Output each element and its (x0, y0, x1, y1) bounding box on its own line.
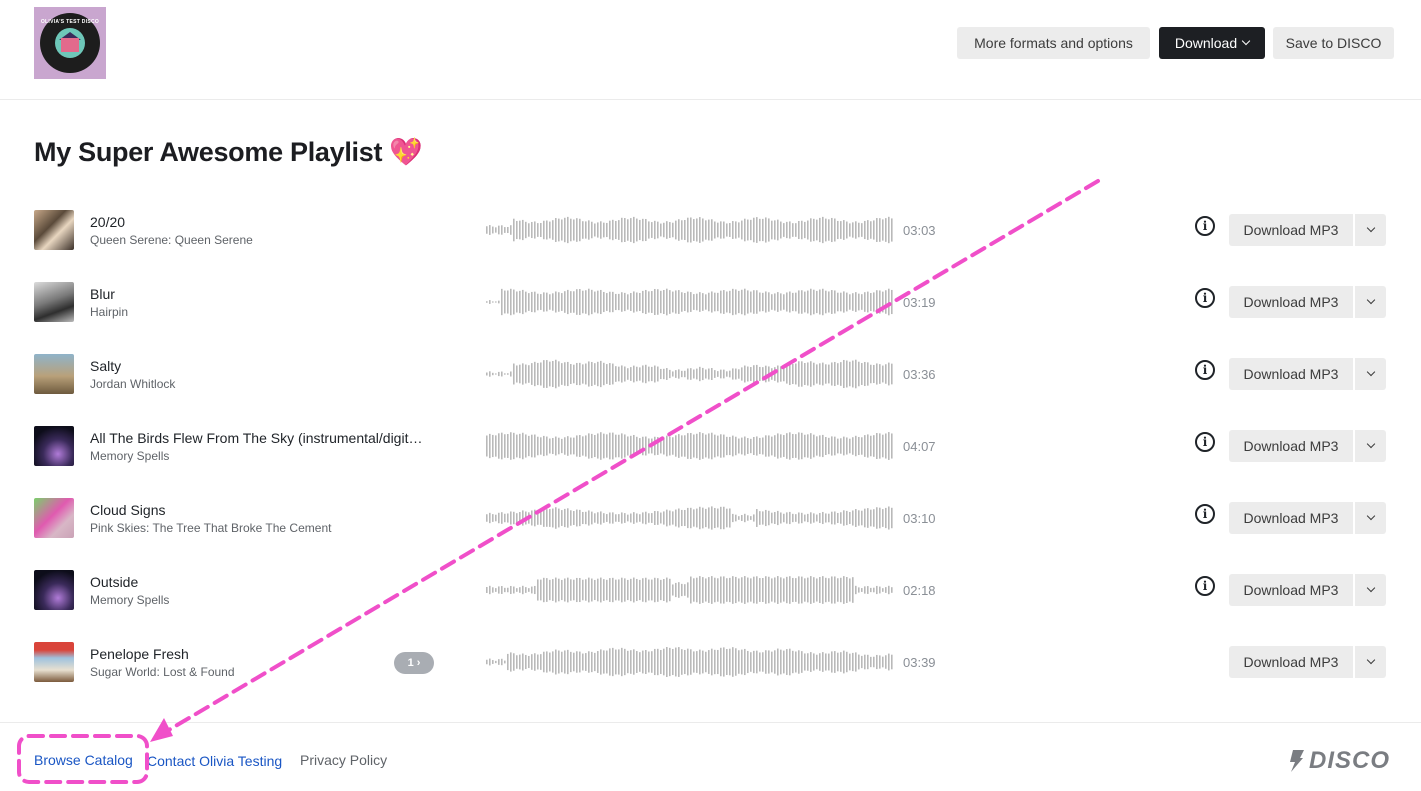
chevron-down-icon (1366, 439, 1375, 449)
track-artist: Jordan Whitlock (90, 377, 176, 391)
chevron-down-icon (1366, 583, 1375, 593)
waveform[interactable] (486, 644, 894, 680)
chevron-right-icon: › (416, 657, 421, 669)
download-options-toggle[interactable] (1355, 574, 1386, 606)
version-badge[interactable]: 1 › (394, 652, 434, 674)
download-button-label: Download (1174, 35, 1238, 51)
track-title[interactable]: 20/20 (90, 214, 125, 230)
track-cover-art[interactable] (34, 426, 74, 466)
track-cover-art[interactable] (34, 210, 74, 250)
waveform[interactable] (486, 500, 894, 536)
track-title[interactable]: Blur (90, 286, 115, 302)
download-options-toggle[interactable] (1355, 430, 1386, 462)
track-artist: Hairpin (90, 305, 129, 319)
track-artist: Sugar World: Lost & Found (90, 665, 235, 679)
download-mp3-button[interactable]: Download MP3 (1229, 430, 1353, 462)
logo-disc-icon: OLIVIA'S TEST DISCO (40, 13, 100, 73)
info-icon[interactable]: i (1195, 288, 1215, 308)
track-artist: Queen Serene: Queen Serene (90, 233, 253, 247)
track-cover-art[interactable] (34, 282, 74, 322)
track-artist: Memory Spells (90, 593, 170, 607)
track-duration: 03:39 (903, 655, 936, 670)
track-row[interactable]: Cloud Signs Pink Skies: The Tree That Bro… (0, 498, 1421, 570)
track-duration: 03:03 (903, 223, 936, 238)
download-mp3-button[interactable]: Download MP3 (1229, 574, 1353, 606)
chevron-down-icon (1366, 511, 1375, 521)
waveform[interactable] (486, 428, 894, 464)
info-icon[interactable]: i (1195, 432, 1215, 452)
download-mp3-button[interactable]: Download MP3 (1229, 214, 1353, 246)
track-row[interactable]: Outside Memory Spells 02:18 i Download MP3 (0, 570, 1421, 642)
contact-link[interactable]: Contact Olivia Testing (147, 753, 282, 769)
disco-logo-text: DISCO (1309, 747, 1391, 774)
privacy-policy-link[interactable]: Privacy Policy (300, 752, 387, 768)
download-options-toggle[interactable] (1355, 286, 1386, 318)
header: OLIVIA'S TEST DISCO More formats and opt… (0, 0, 1421, 100)
track-row[interactable]: All The Birds Flew From The Sky (instrum… (0, 426, 1421, 498)
download-mp3-button[interactable]: Download MP3 (1229, 502, 1353, 534)
track-row[interactable]: 20/20 Queen Serene: Queen Serene 03:03 i Dow… (0, 210, 1421, 282)
disco-logo[interactable]: DISCO (1287, 747, 1390, 775)
download-options-toggle[interactable] (1355, 502, 1386, 534)
download-mp3-button[interactable]: Download MP3 (1229, 286, 1353, 318)
disco-bolt-icon (1290, 750, 1304, 772)
track-duration: 04:07 (903, 439, 936, 454)
track-title[interactable]: Outside (90, 574, 138, 590)
waveform[interactable] (486, 212, 894, 248)
browse-catalog-link[interactable]: Browse Catalog (34, 752, 133, 768)
track-title[interactable]: Salty (90, 358, 121, 374)
track-cover-art[interactable] (34, 498, 74, 538)
track-duration: 03:10 (903, 511, 936, 526)
chevron-down-icon (1366, 655, 1375, 665)
waveform[interactable] (486, 284, 894, 320)
playlist-title: My Super Awesome Playlist 💖 (34, 137, 423, 167)
download-options-toggle[interactable] (1355, 214, 1386, 246)
track-title[interactable]: Cloud Signs (90, 502, 166, 518)
logo-text: OLIVIA'S TEST DISCO (40, 19, 100, 25)
track-cover-art[interactable] (34, 570, 74, 610)
brand-logo[interactable]: OLIVIA'S TEST DISCO (34, 7, 106, 79)
track-duration: 03:36 (903, 367, 936, 382)
save-to-disco-button[interactable]: Save to DISCO (1273, 27, 1394, 59)
chevron-down-icon (1366, 223, 1375, 233)
track-row[interactable]: Blur Hairpin 03:19 i Download MP3 (0, 282, 1421, 354)
waveform[interactable] (486, 572, 894, 608)
download-options-toggle[interactable] (1355, 358, 1386, 390)
track-title[interactable]: Penelope Fresh (90, 646, 189, 662)
version-count: 1 (407, 657, 414, 669)
chevron-down-icon (1241, 36, 1251, 46)
track-row[interactable]: Salty Jordan Whitlock 03:36 i Download MP3 (0, 354, 1421, 426)
info-icon[interactable]: i (1195, 216, 1215, 236)
track-artist: Memory Spells (90, 449, 170, 463)
chevron-down-icon (1366, 367, 1375, 377)
track-cover-art[interactable] (34, 642, 74, 682)
waveform[interactable] (486, 356, 894, 392)
info-icon[interactable]: i (1195, 360, 1215, 380)
footer: Browse Catalog Contact Olivia Testing Pr… (0, 722, 1421, 791)
info-icon[interactable]: i (1195, 576, 1215, 596)
chevron-down-icon (1366, 295, 1375, 305)
track-cover-art[interactable] (34, 354, 74, 394)
track-title[interactable]: All The Birds Flew From The Sky (instrum… (90, 430, 422, 446)
more-formats-button[interactable]: More formats and options (957, 27, 1150, 59)
track-artist: Pink Skies: The Tree That Broke The Ceme… (90, 521, 332, 535)
download-options-toggle[interactable] (1355, 646, 1386, 678)
track-row[interactable]: Penelope Fresh Sugar World: Lost & Found 1… (0, 642, 1421, 714)
track-duration: 03:19 (903, 295, 936, 310)
track-duration: 02:18 (903, 583, 936, 598)
download-mp3-button[interactable]: Download MP3 (1229, 646, 1353, 678)
info-icon[interactable]: i (1195, 504, 1215, 524)
download-button[interactable]: Download (1159, 27, 1265, 59)
download-mp3-button[interactable]: Download MP3 (1229, 358, 1353, 390)
